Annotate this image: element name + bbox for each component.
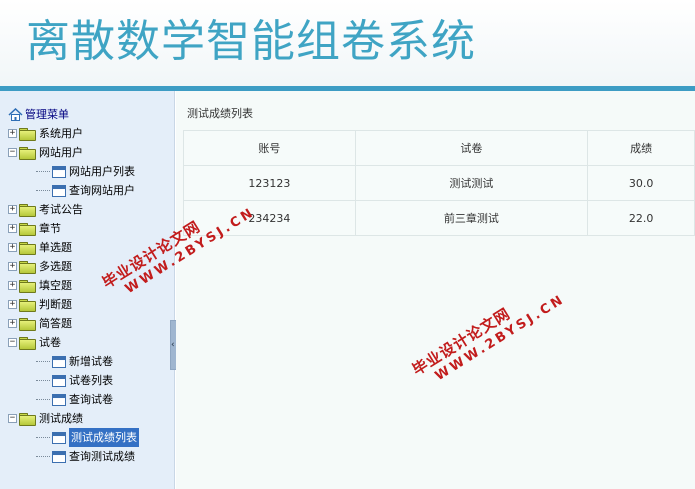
expand-icon[interactable]: + <box>8 205 17 214</box>
expand-icon[interactable]: + <box>8 281 17 290</box>
folder-icon <box>19 127 36 141</box>
cell-account: 123123 <box>183 165 356 201</box>
panel-title: 测试成绩列表 <box>187 107 253 120</box>
tree-connector <box>36 399 50 400</box>
menu-item-label: 判断题 <box>39 298 72 311</box>
menu-item-site-users[interactable]: − 网站用户 <box>8 143 139 162</box>
menu-item-paper-list[interactable]: 试卷列表 <box>8 371 139 390</box>
menu-item-score-list[interactable]: 测试成绩列表 <box>8 428 139 447</box>
menu-item-label: 网站用户 <box>39 146 83 159</box>
menu-item-label: 新增试卷 <box>69 355 113 368</box>
menu-item-search-site-users[interactable]: 查询网站用户 <box>8 181 139 200</box>
table-row: 234234 前三章测试 22.0 <box>183 200 695 236</box>
folder-icon <box>19 260 36 274</box>
folder-icon <box>19 317 36 331</box>
menu-root[interactable]: 管理菜单 <box>8 105 139 124</box>
app-title: 离散数学智能组卷系统 <box>26 16 476 67</box>
folder-open-icon <box>19 412 36 426</box>
tree-connector <box>36 190 50 191</box>
expand-icon[interactable]: + <box>8 262 17 271</box>
folder-open-icon <box>19 336 36 350</box>
table-header-row: 账号 试卷 成绩 <box>183 130 695 166</box>
page-icon <box>52 355 66 368</box>
page-icon <box>52 165 66 178</box>
page-icon <box>52 393 66 406</box>
menu-item-new-paper[interactable]: 新增试卷 <box>8 352 139 371</box>
menu-item-label: 填空题 <box>39 279 72 292</box>
collapse-icon[interactable]: − <box>8 148 17 157</box>
tree-connector <box>36 171 50 172</box>
folder-open-icon <box>19 146 36 160</box>
menu-item-test-scores[interactable]: − 测试成绩 <box>8 409 139 428</box>
menu-item-search-papers[interactable]: 查询试卷 <box>8 390 139 409</box>
home-icon <box>8 108 23 121</box>
folder-icon <box>19 279 36 293</box>
menu-item-label: 网站用户列表 <box>69 165 135 178</box>
app-header: 离散数学智能组卷系统 <box>0 0 695 86</box>
folder-icon <box>19 203 36 217</box>
menu-item-label: 测试成绩 <box>39 412 83 425</box>
menu-item-label: 测试成绩列表 <box>69 428 139 447</box>
menu-item-label: 系统用户 <box>39 127 83 140</box>
menu-item-label: 简答题 <box>39 317 72 330</box>
expand-icon[interactable]: + <box>8 129 17 138</box>
score-table: 账号 试卷 成绩 123123 测试测试 30.0 234234 前三章测试 2… <box>183 130 695 236</box>
cell-score: 30.0 <box>587 165 695 201</box>
folder-icon <box>19 241 36 255</box>
menu-item-single-choice[interactable]: + 单选题 <box>8 238 139 257</box>
tree-connector <box>36 456 50 457</box>
tree-connector <box>36 380 50 381</box>
cell-paper: 前三章测试 <box>354 200 589 236</box>
menu-item-label: 考试公告 <box>39 203 83 216</box>
expand-icon[interactable]: + <box>8 300 17 309</box>
menu-item-chapters[interactable]: + 章节 <box>8 219 139 238</box>
page-icon <box>52 450 66 463</box>
menu-item-label: 单选题 <box>39 241 72 254</box>
menu-root-label: 管理菜单 <box>25 108 69 121</box>
sidebar-menu: 管理菜单 + 系统用户 − 网站用户 网站用户列表 查询网站用户 + 考试公告 <box>0 91 175 489</box>
expand-icon[interactable]: + <box>8 224 17 233</box>
tree-connector <box>36 437 50 438</box>
folder-icon <box>19 298 36 312</box>
menu-item-site-user-list[interactable]: 网站用户列表 <box>8 162 139 181</box>
menu-item-papers[interactable]: − 试卷 <box>8 333 139 352</box>
cell-paper: 测试测试 <box>354 165 589 201</box>
menu-item-label: 查询网站用户 <box>69 184 135 197</box>
menu-item-search-scores[interactable]: 查询测试成绩 <box>8 447 139 466</box>
collapse-icon[interactable]: − <box>8 414 17 423</box>
column-header-paper: 试卷 <box>354 130 589 166</box>
menu-item-label: 章节 <box>39 222 61 235</box>
page-icon <box>52 374 66 387</box>
expand-icon[interactable]: + <box>8 243 17 252</box>
menu-item-short-answer[interactable]: + 简答题 <box>8 314 139 333</box>
menu-item-system-users[interactable]: + 系统用户 <box>8 124 139 143</box>
main-panel: 测试成绩列表 账号 试卷 成绩 123123 测试测试 30.0 234234 … <box>176 91 695 489</box>
menu-item-label: 查询试卷 <box>69 393 113 406</box>
page-icon <box>52 431 66 444</box>
menu-item-label: 试卷 <box>39 336 61 349</box>
menu-item-announcements[interactable]: + 考试公告 <box>8 200 139 219</box>
column-header-account: 账号 <box>183 130 356 166</box>
collapse-icon[interactable]: − <box>8 338 17 347</box>
menu-item-label: 试卷列表 <box>69 374 113 387</box>
column-header-score: 成绩 <box>587 130 695 166</box>
expand-icon[interactable]: + <box>8 319 17 328</box>
menu-item-label: 多选题 <box>39 260 72 273</box>
page-icon <box>52 184 66 197</box>
cell-score: 22.0 <box>587 200 695 236</box>
folder-icon <box>19 222 36 236</box>
menu-item-label: 查询测试成绩 <box>69 450 135 463</box>
tree-connector <box>36 361 50 362</box>
table-row: 123123 测试测试 30.0 <box>183 165 695 201</box>
